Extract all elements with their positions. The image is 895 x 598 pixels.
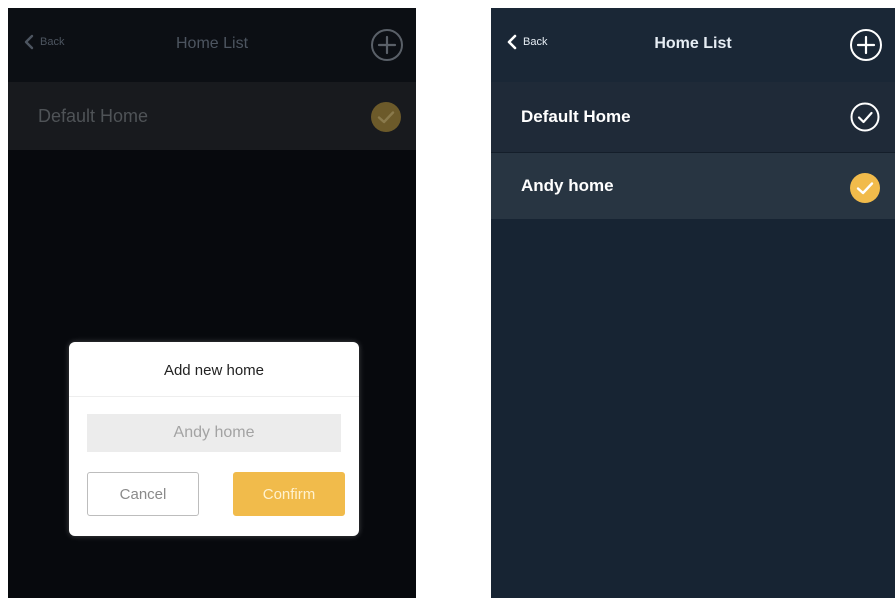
home-name-input[interactable] (87, 414, 341, 452)
navbar: Back Home List (491, 8, 895, 82)
cancel-button[interactable]: Cancel (87, 472, 199, 516)
add-home-button[interactable] (849, 28, 883, 62)
home-name: Default Home (521, 107, 631, 126)
back-label: Back (40, 36, 65, 48)
home-list-item[interactable]: Andy home (491, 153, 895, 219)
add-home-dialog: Add new home Cancel Confirm (69, 342, 359, 536)
chevron-left-icon (24, 34, 34, 50)
page-title: Home List (654, 35, 732, 52)
add-home-button[interactable] (370, 28, 404, 62)
right-screen: Back Home List Default Home Andy home (491, 8, 895, 598)
home-name: Andy home (521, 176, 614, 195)
home-name: Default Home (38, 105, 149, 126)
home-list-item[interactable]: Default Home (491, 82, 895, 153)
home-list-item[interactable]: Default Home (8, 82, 416, 150)
check-selected-icon (849, 172, 881, 204)
left-screen: Back Home List Default Home Add new home… (8, 8, 416, 598)
navbar: Back Home List (8, 8, 416, 82)
chevron-left-icon (507, 34, 517, 50)
back-button[interactable]: Back (507, 34, 547, 50)
plus-circle-icon (850, 29, 882, 61)
confirm-button[interactable]: Confirm (233, 472, 345, 516)
check-unselected-icon (849, 101, 881, 133)
plus-circle-icon (371, 29, 403, 61)
back-button[interactable]: Back (24, 34, 64, 50)
page-title: Home List (175, 35, 249, 52)
dialog-title: Add new home (163, 362, 265, 379)
back-label: Back (523, 36, 548, 48)
check-selected-icon (370, 101, 402, 133)
divider (69, 396, 359, 397)
